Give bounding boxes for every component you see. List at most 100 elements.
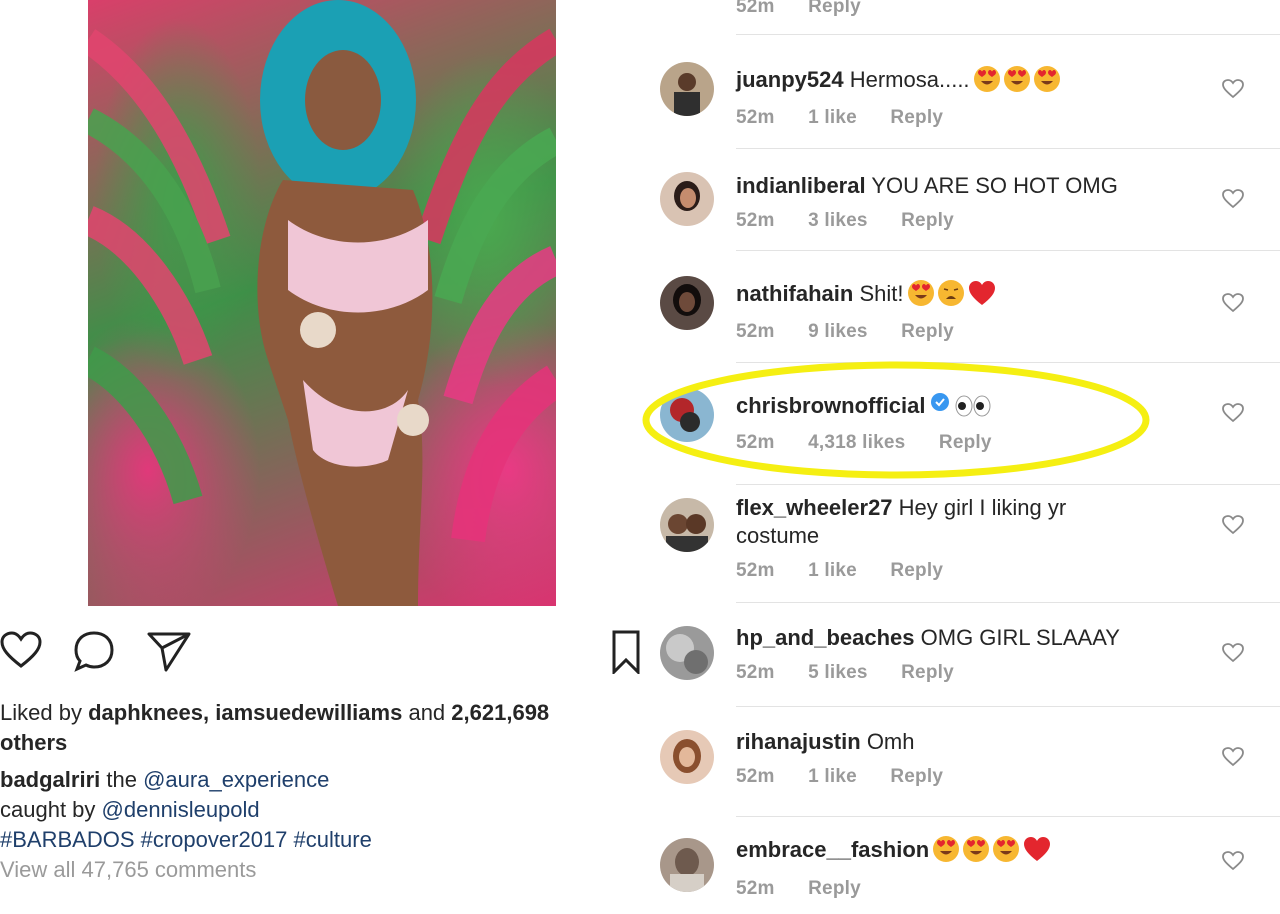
like-heart-icon[interactable] (0, 630, 42, 677)
divider (736, 34, 1280, 35)
heart-eyes-emoji-icon (907, 280, 934, 306)
caption-mention-2[interactable]: @dennisleupold (102, 797, 260, 822)
reply-button[interactable]: Reply (808, 0, 861, 17)
comment-meta: 52m 3 likes Reply (736, 210, 982, 232)
comment-body: indianliberal YOU ARE SO HOT OMG (736, 172, 1176, 200)
divider (736, 148, 1280, 149)
comment-item: rihanajustin Omh 52m 1 like Reply (660, 728, 1280, 828)
comment-meta: 52m 1 like Reply (736, 107, 971, 129)
comment-body: rihanajustin Omh (736, 728, 1176, 756)
heart-eyes-emoji-icon (933, 836, 960, 862)
comment-username[interactable]: flex_wheeler27 (736, 495, 893, 520)
comment-text: YOU ARE SO HOT OMG (871, 173, 1118, 198)
heart-eyes-emoji-icon (1033, 66, 1060, 92)
photo-illustration (88, 0, 556, 606)
comment-item: flex_wheeler27 Hey girl I liking yr cost… (660, 494, 1280, 604)
reply-button[interactable]: Reply (890, 560, 943, 581)
comment-meta: 52m 1 like Reply (736, 560, 971, 582)
comment-username[interactable]: indianliberal (736, 173, 866, 198)
avatar[interactable] (660, 498, 714, 552)
comment-like-heart-icon[interactable] (1222, 402, 1244, 424)
heart-eyes-emoji-icon (1003, 66, 1030, 92)
comment-username[interactable]: embrace__fashion (736, 837, 929, 862)
heart-eyes-emoji-icon (963, 836, 990, 862)
reply-button[interactable]: Reply (890, 107, 943, 128)
avatar[interactable] (660, 172, 714, 226)
reply-button[interactable]: Reply (901, 662, 954, 683)
avatar[interactable] (660, 276, 714, 330)
comment-username[interactable]: rihanajustin (736, 729, 861, 754)
heart-eyes-emoji-icon (993, 836, 1020, 862)
comment-like-heart-icon[interactable] (1222, 746, 1244, 768)
comment-likes[interactable]: 1 like (808, 560, 857, 581)
comment-likes[interactable]: 1 like (808, 766, 857, 787)
avatar[interactable] (660, 62, 714, 116)
comment-likes[interactable]: 5 likes (808, 662, 868, 683)
comment-item: hp_and_beaches OMG GIRL SLAAAY 52m 5 lik… (660, 624, 1280, 724)
comment-meta: 52m 1 like Reply (736, 766, 971, 788)
heart-eyes-emoji-icon (973, 66, 1000, 92)
caption-username[interactable]: badgalriri (0, 767, 100, 792)
avatar[interactable] (660, 730, 714, 784)
caption-text-1: the (106, 767, 137, 792)
comment-time: 52m (736, 766, 775, 787)
comment-username[interactable]: nathifahain (736, 281, 853, 306)
highlight-ellipse (642, 361, 1150, 479)
liked-by-prefix: Liked by (0, 700, 82, 725)
divider (736, 484, 1280, 485)
share-paper-plane-icon[interactable] (146, 630, 192, 677)
reply-button[interactable]: Reply (808, 878, 861, 899)
comment-bubble-icon[interactable] (72, 630, 116, 679)
comment-username[interactable]: hp_and_beaches (736, 625, 915, 650)
comment-time: 52m (736, 0, 775, 17)
avatar[interactable] (660, 626, 714, 680)
comment-time: 52m (736, 107, 775, 128)
reply-button[interactable]: Reply (890, 766, 943, 787)
divider (736, 602, 1280, 603)
comment-like-heart-icon[interactable] (1222, 514, 1244, 536)
comment-meta: 52m Reply (736, 878, 889, 900)
comment-like-heart-icon[interactable] (1222, 642, 1244, 664)
caption-mention-1[interactable]: @aura_experience (143, 767, 329, 792)
divider (736, 706, 1280, 707)
comment-likes[interactable]: 3 likes (808, 210, 868, 231)
post-caption: badgalriri the @aura_experience caught b… (0, 765, 640, 885)
liked-by-and: and (408, 700, 446, 725)
comment-time: 52m (736, 878, 775, 899)
comment-username[interactable]: juanpy524 (736, 67, 844, 92)
caption-text-2: caught by (0, 797, 96, 822)
comment-like-heart-icon[interactable] (1222, 292, 1244, 314)
hashtag[interactable]: #culture (294, 827, 372, 852)
liked-count[interactable]: 2,621,698 (451, 700, 549, 725)
liked-suffix[interactable]: others (0, 730, 67, 755)
comment-meta: 52m 9 likes Reply (736, 321, 982, 343)
comment-time: 52m (736, 210, 775, 231)
comment-time: 52m (736, 321, 775, 342)
comment-text: Shit! (859, 281, 904, 306)
comment-text: Omh (866, 729, 915, 754)
view-all-comments-link[interactable]: View all 47,765 comments (0, 857, 256, 882)
liked-by-users[interactable]: daphknees, iamsuedewilliams (88, 700, 402, 725)
hashtag[interactable]: #cropover2017 (141, 827, 288, 852)
comment-time: 52m (736, 662, 775, 683)
reply-button[interactable]: Reply (901, 210, 954, 231)
comment-text: Hermosa..... (849, 67, 970, 92)
reply-button[interactable]: Reply (901, 321, 954, 342)
bookmark-icon[interactable] (612, 630, 640, 679)
weary-face-emoji-icon (937, 280, 964, 306)
comment-like-heart-icon[interactable] (1222, 188, 1244, 210)
hashtag[interactable]: #BARBADOS (0, 827, 135, 852)
red-heart-emoji-icon (1024, 837, 1051, 861)
red-heart-emoji-icon (968, 281, 995, 305)
post-actions (0, 630, 640, 677)
comment-likes[interactable]: 9 likes (808, 321, 868, 342)
post-photo[interactable] (88, 0, 556, 606)
comment-likes[interactable]: 1 like (808, 107, 857, 128)
comment-like-heart-icon[interactable] (1222, 850, 1244, 872)
divider (736, 250, 1280, 251)
comment-like-heart-icon[interactable] (1222, 78, 1244, 100)
comment-body: nathifahain Shit! (736, 280, 1176, 308)
avatar[interactable] (660, 838, 714, 892)
likes-summary: Liked by daphknees, iamsuedewilliams and… (0, 698, 640, 758)
comment-meta: 52m 5 likes Reply (736, 662, 982, 684)
